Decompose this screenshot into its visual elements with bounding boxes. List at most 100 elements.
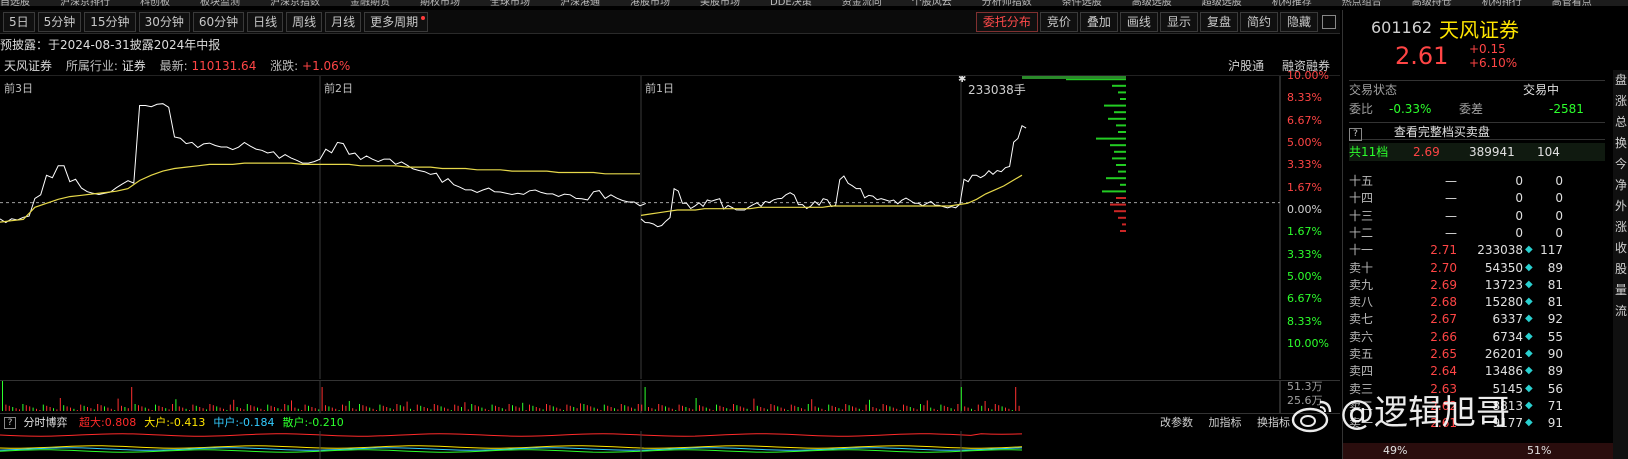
full-book-button[interactable]: 查看完整档买卖盘 (1394, 125, 1490, 139)
side-tab[interactable]: 净 (1613, 175, 1628, 196)
swap-indicator-button[interactable]: 换指标 (1257, 416, 1290, 429)
order-book-row: 卖六 2.66 6734 ◆ 55 (1349, 328, 1569, 346)
price-line (0, 103, 646, 224)
volume-bar (420, 405, 422, 411)
top-menu-item[interactable]: 板块监测 (200, 0, 240, 6)
toolbar-button[interactable]: 竞价 (1039, 12, 1078, 32)
top-menu-item[interactable]: DDE决策 (770, 0, 812, 6)
ratio-right: 51% (1527, 444, 1552, 457)
top-menu-item[interactable]: 全球市场 (490, 0, 530, 6)
volume-bar (899, 410, 901, 411)
period-button[interactable]: 周线 (286, 11, 323, 32)
volume-bar (325, 405, 326, 411)
side-tab[interactable]: 量 (1613, 280, 1628, 301)
order-count: 0 (1555, 191, 1563, 206)
toolbar-button[interactable]: 简约 (1239, 12, 1278, 32)
period-button[interactable]: 30分钟 (138, 11, 190, 32)
side-tab[interactable]: 流 (1613, 301, 1628, 322)
period-button[interactable]: 更多周期 (364, 11, 429, 32)
volume-profile-bar (1114, 150, 1126, 153)
period-button[interactable]: 5日 (3, 11, 35, 32)
period-button[interactable]: 日线 (247, 11, 284, 32)
volume-bar (335, 408, 337, 411)
order-count: 55 (1547, 329, 1563, 344)
toolbar-button[interactable]: 显示 (1159, 12, 1198, 32)
volume-bar (869, 399, 870, 411)
top-menu-item[interactable]: 期权市场 (420, 0, 460, 6)
side-tab[interactable]: 总 (1613, 112, 1628, 133)
top-menu-item[interactable]: 金融期货 (350, 0, 390, 6)
volume-bar (498, 407, 500, 411)
window-toggle-icon[interactable] (1322, 15, 1336, 29)
volume-bar (39, 410, 41, 411)
order-price: — (1445, 174, 1457, 188)
volume-bar (134, 404, 136, 411)
add-indicator-button[interactable]: 加指标 (1209, 416, 1242, 429)
top-menu-item[interactable]: 沪深港通 (560, 0, 600, 6)
help-icon[interactable]: ? (1349, 128, 1362, 141)
volume-bar (243, 409, 245, 411)
volume-bar (413, 410, 415, 411)
side-tab[interactable]: 涨 (1613, 91, 1628, 112)
side-tab[interactable]: 盘 (1613, 70, 1628, 91)
top-menu-item[interactable]: 热点组合 (1342, 0, 1382, 6)
top-menu-item[interactable]: 美股市场 (700, 0, 740, 6)
volume-bar (617, 409, 619, 411)
toolbar-button[interactable]: 画线 (1119, 12, 1158, 32)
volume-bar (624, 405, 626, 411)
volume-bar (614, 408, 615, 411)
top-menu-item[interactable]: 条件选股 (1062, 0, 1102, 6)
period-button[interactable]: 15分钟 (84, 11, 136, 32)
intraday-chart[interactable]: 233038手 ✱ 前3日 前2日 前1日 10.00% 8.33% 6.67% 5.00%… (0, 70, 1340, 379)
top-menu-item[interactable]: 高管看点 (1552, 0, 1592, 6)
top-menu-item[interactable]: 高级持仓 (1412, 0, 1452, 6)
volume-bar (53, 408, 54, 411)
help-icon[interactable]: ? (4, 417, 16, 429)
top-menu-item[interactable]: 分析师指数 (982, 0, 1032, 6)
volume-bar (195, 405, 197, 411)
volume-bar (410, 408, 411, 411)
period-button[interactable]: 60分钟 (192, 11, 245, 32)
volume-bar (457, 405, 459, 411)
volume-bar (97, 404, 99, 411)
top-menu-item[interactable]: 沪深京排行 (60, 0, 110, 6)
indicator-name[interactable]: 分时博弈 (24, 416, 68, 429)
levels-num: 104 (1537, 145, 1560, 159)
toolbar-button[interactable]: 委托分布 (975, 12, 1038, 32)
order-count: 71 (1547, 398, 1563, 413)
top-menu-item[interactable]: 超级选股 (1202, 0, 1242, 6)
stock-info-line: 天风证券 所属行业: 证券 最新: 110131.64 涨跌: +1.06% 沪… (0, 56, 1340, 76)
toolbar-button[interactable]: 隐藏 (1279, 12, 1318, 32)
toolbar-button[interactable]: 复盘 (1199, 12, 1238, 32)
side-tab[interactable]: 涨 (1613, 217, 1628, 238)
side-tab[interactable]: 股 (1613, 259, 1628, 280)
period-button[interactable]: 月线 (325, 11, 362, 32)
top-menu-item[interactable]: 自选股 (0, 0, 30, 6)
top-menu-item[interactable]: 资金流向 (842, 0, 882, 6)
top-menu-item[interactable]: 个股风云 (912, 0, 952, 6)
side-tab[interactable]: 换 (1613, 133, 1628, 154)
volume-bar (423, 407, 425, 411)
day-label: 前1日 (645, 82, 674, 95)
full-book-row[interactable]: ? 查看完整档买卖盘 (1349, 122, 1605, 141)
weibo-logo-icon (1291, 400, 1332, 432)
top-menu-item[interactable]: 港股市场 (630, 0, 670, 6)
top-menu-item[interactable]: 机构推荐 (1272, 0, 1312, 6)
side-tab[interactable]: 收 (1613, 238, 1628, 259)
top-menu-item[interactable]: 高级选股 (1132, 0, 1172, 6)
top-menu-item[interactable]: 沪深京指数 (270, 0, 320, 6)
industry-value[interactable]: 证券 (122, 59, 146, 73)
volume-bar (940, 404, 942, 411)
top-menu-item[interactable]: 机构排行 (1482, 0, 1522, 6)
volume-bar (807, 404, 809, 411)
side-tab[interactable]: 外 (1613, 196, 1628, 217)
volume-bar (896, 408, 898, 411)
side-tab[interactable]: 今 (1613, 154, 1628, 175)
order-price: 2.71 (1430, 243, 1457, 258)
volume-bar (733, 404, 734, 411)
period-button[interactable]: 5分钟 (37, 11, 82, 32)
edit-params-button[interactable]: 改参数 (1160, 416, 1193, 429)
top-menu-item[interactable]: 科创板 (140, 0, 170, 6)
toolbar-button[interactable]: 叠加 (1079, 12, 1118, 32)
hk-connect-link[interactable]: 沪股通 (1228, 59, 1264, 73)
